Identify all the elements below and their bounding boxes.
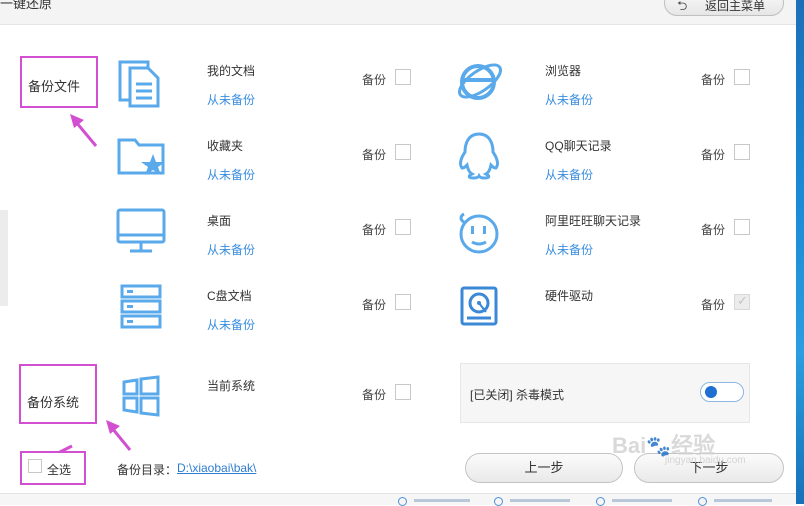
item-name: 桌面 (207, 214, 232, 228)
antivirus-toggle[interactable] (700, 382, 744, 402)
hard-disk-icon (460, 286, 498, 326)
backup-checkbox-wangwang[interactable] (734, 219, 750, 235)
backup-dir-link[interactable]: D:\xiaobai\bak\ (177, 461, 256, 475)
annotation-arrow-icon (70, 114, 98, 147)
item-status: 从未备份 (207, 168, 256, 182)
backup-checkbox-qq[interactable] (734, 144, 750, 160)
backup-label: 备份 (701, 223, 726, 237)
item-name: 硬件驱动 (545, 289, 594, 303)
prev-step-button[interactable]: 上一步 (465, 453, 623, 483)
item-status: 从未备份 (545, 243, 594, 257)
backup-label: 备份 (362, 223, 387, 237)
status-segment (510, 499, 570, 502)
annotation-arrow-icon (106, 420, 132, 451)
backup-checkbox-current-system[interactable] (395, 384, 411, 400)
left-edge-strip (0, 210, 8, 306)
backup-label: 备份 (701, 73, 726, 87)
status-dot-icon (596, 497, 605, 506)
desktop-background (796, 0, 804, 504)
item-status: 从未备份 (207, 318, 256, 332)
item-name: 我的文档 (207, 64, 256, 78)
documents-icon (118, 60, 160, 108)
item-name: 收藏夹 (207, 139, 244, 153)
backup-dir-label: 备份目录： (117, 463, 178, 477)
status-segment (714, 499, 772, 502)
server-icon (120, 284, 162, 329)
return-main-menu-label: 返回主菜单 (705, 0, 766, 13)
favorites-folder-icon (117, 138, 165, 175)
section-backup-system: 备份系统 (19, 364, 97, 424)
select-all-checkbox[interactable] (28, 459, 42, 473)
backup-label: 备份 (362, 73, 387, 87)
item-status: 从未备份 (207, 243, 256, 257)
item-name: QQ聊天记录 (545, 139, 612, 153)
wangwang-icon (459, 212, 499, 254)
section-backup-files: 备份文件 (20, 56, 98, 108)
section-backup-system-label: 备份系统 (27, 395, 80, 410)
status-dot-icon (698, 497, 707, 506)
backup-checkbox-favorites[interactable] (395, 144, 411, 160)
backup-checkbox-desktop[interactable] (395, 219, 411, 235)
backup-label: 备份 (701, 298, 726, 312)
item-name: 浏览器 (545, 64, 582, 78)
return-arrow-icon: ⮌ (677, 0, 688, 13)
monitor-icon (116, 208, 166, 253)
backup-checkbox-drivers[interactable] (734, 293, 750, 310)
backup-checkbox-browser[interactable] (734, 69, 750, 85)
backup-label: 备份 (362, 388, 387, 402)
backup-label: 备份 (362, 298, 387, 312)
watermark-url: jingyan.baidu.com (665, 455, 746, 466)
window-title: 一键还原 (0, 0, 53, 11)
backup-checkbox-c-drive-docs[interactable] (395, 294, 411, 310)
windows-icon (122, 375, 160, 417)
toggle-knob (705, 386, 717, 398)
item-name: 阿里旺旺聊天记录 (545, 214, 642, 228)
backup-label: 备份 (362, 148, 387, 162)
item-status: 从未备份 (545, 93, 594, 107)
browser-icon (458, 63, 502, 100)
status-segment (612, 499, 672, 502)
item-name: C盘文档 (207, 289, 252, 303)
item-status: 从未备份 (545, 168, 594, 182)
section-backup-files-label: 备份文件 (28, 79, 81, 94)
select-all-label[interactable]: 全选 (47, 461, 71, 478)
return-main-menu-button[interactable]: ⮌ 返回主菜单 (664, 0, 784, 16)
item-name: 当前系统 (207, 379, 256, 393)
backup-checkbox-my-documents[interactable] (395, 69, 411, 85)
item-status: 从未备份 (207, 93, 256, 107)
status-dot-icon (494, 497, 503, 506)
status-segment (414, 499, 470, 502)
backup-label: 备份 (701, 148, 726, 162)
qq-icon (459, 132, 499, 180)
antivirus-label: [已关闭] 杀毒模式 (470, 388, 565, 402)
status-dot-icon (398, 497, 407, 506)
